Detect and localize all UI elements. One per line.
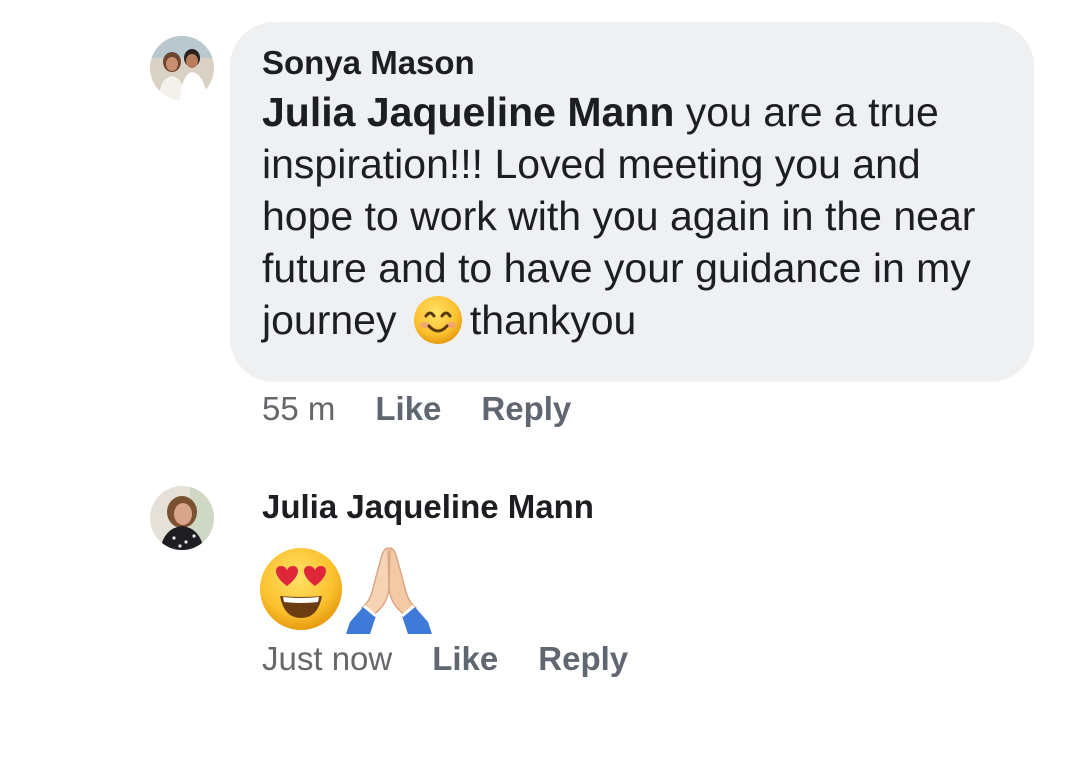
reply-button[interactable]: Reply [538,640,628,677]
comment-timestamp: Just now [262,640,393,677]
like-button[interactable]: Like [375,390,441,427]
heart-eyes-icon [258,546,344,637]
comment-text: Julia Jaqueline Mann you are a true insp… [262,86,1022,346]
like-button[interactable]: Like [432,640,498,677]
comment-julia-mann: Julia Jaqueline Mann Just now Like Reply [0,470,1080,710]
comment-author[interactable]: Sonya Mason [262,44,475,82]
avatar-julia-mann[interactable] [150,486,214,550]
reply-button[interactable]: Reply [481,390,571,427]
smiling-face-icon [412,294,464,346]
comment-body-end: thankyou [469,297,637,343]
comment-meta: 55 m Like Reply [262,390,571,428]
comment-timestamp: 55 m [262,390,336,427]
folded-hands-icon [344,542,434,639]
avatar-sonya-mason[interactable] [150,36,214,100]
comment-sonya-mason: Sonya Mason Julia Jaqueline Mann you are… [0,0,1080,450]
comment-meta: Just now Like Reply [262,640,628,678]
comment-author[interactable]: Julia Jaqueline Mann [262,488,594,526]
mention-link[interactable]: Julia Jaqueline Mann [262,89,674,135]
